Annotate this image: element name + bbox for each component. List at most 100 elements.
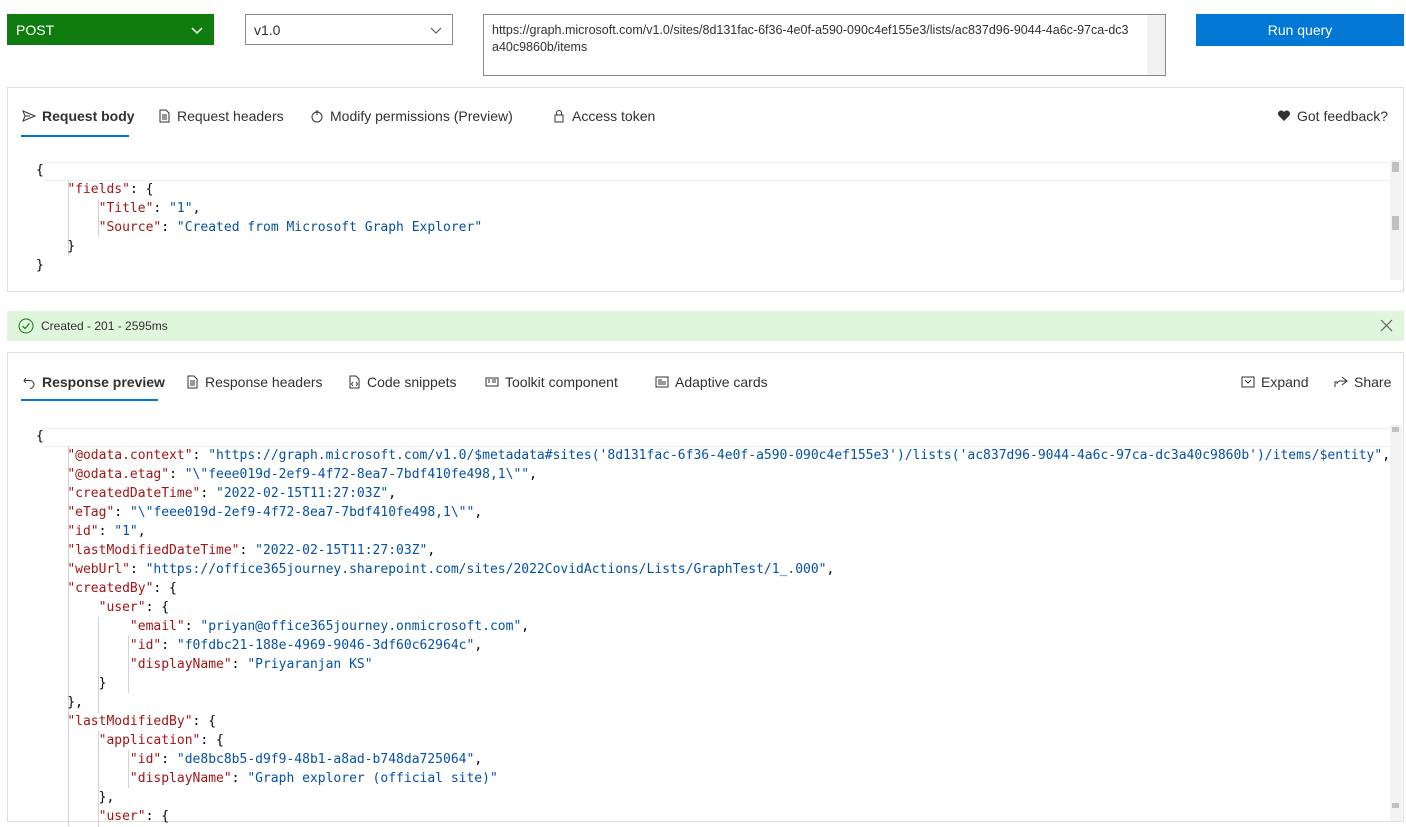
- toolkit-icon: [485, 377, 499, 387]
- tab-label: Access token: [572, 108, 656, 124]
- scrollbar-thumb[interactable]: [1392, 427, 1399, 432]
- code-line: {: [36, 427, 44, 446]
- json-punctuation: {: [36, 429, 44, 444]
- api-version-value: v1.0: [254, 21, 281, 38]
- json-punctuation: : {: [192, 714, 217, 729]
- json-key: "Title": [98, 201, 154, 216]
- query-url-input[interactable]: https://graph.microsoft.com/v1.0/sites/8…: [483, 14, 1166, 76]
- code-line: "id": "f0fdbc21-188e-4969-9046-3df60c629…: [36, 636, 482, 655]
- tab-toolkit-component[interactable]: Toolkit component: [485, 372, 618, 392]
- url-scrollbar[interactable]: [1147, 15, 1165, 75]
- tab-label: Request body: [42, 108, 135, 124]
- json-key: "fields": [67, 182, 130, 197]
- json-punctuation: [36, 581, 67, 596]
- scrollbar-thumb[interactable]: [1392, 162, 1399, 172]
- tab-request-body[interactable]: Request body: [22, 106, 135, 126]
- code-line: "displayName": "Priyaranjan KS": [36, 655, 373, 674]
- json-punctuation: [36, 448, 67, 463]
- json-punctuation: : {: [145, 809, 170, 824]
- json-punctuation: :: [129, 562, 146, 577]
- code-line: "lastModifiedDateTime": "2022-02-15T11:2…: [36, 541, 435, 560]
- json-string: "1": [169, 201, 193, 216]
- code-line: "createdBy": {: [36, 579, 177, 598]
- code-line: "@odata.etag": "\"feee019d-2ef9-4f72-8ea…: [36, 465, 537, 484]
- http-method-dropdown[interactable]: POST: [7, 14, 214, 45]
- json-key: "id": [67, 524, 99, 539]
- json-key: "displayName": [129, 657, 232, 672]
- json-punctuation: ,: [192, 201, 201, 216]
- json-key: "createdBy": [67, 581, 154, 596]
- tab-response-preview[interactable]: Response preview: [22, 372, 165, 392]
- code-line: "lastModifiedBy": {: [36, 712, 216, 731]
- json-key: "displayName": [129, 771, 232, 786]
- document-icon: [159, 109, 170, 123]
- code-line: {: [36, 161, 44, 180]
- json-punctuation: }: [36, 258, 44, 273]
- json-punctuation: ,: [427, 543, 436, 558]
- tab-response-headers[interactable]: Response headers: [185, 372, 323, 392]
- query-url-text[interactable]: https://graph.microsoft.com/v1.0/sites/8…: [492, 22, 1132, 56]
- code-line: "id": "1",: [36, 522, 145, 541]
- share-button[interactable]: Share: [1334, 372, 1391, 392]
- request-body-editor[interactable]: { "fields": { "Title": "1", "Source": "C…: [8, 160, 1403, 280]
- feedback-label: Got feedback?: [1297, 108, 1389, 124]
- code-line: "user": {: [36, 598, 169, 617]
- chevron-down-icon: [430, 27, 442, 34]
- tab-access-token[interactable]: Access token: [552, 106, 655, 126]
- document-icon: [187, 375, 198, 389]
- code-line: "displayName": "Graph explorer (official…: [36, 769, 498, 788]
- json-punctuation: :: [161, 220, 177, 235]
- current-line-highlight: [44, 428, 1390, 447]
- request-editor-scrollbar[interactable]: [1390, 160, 1402, 280]
- json-key: "id": [129, 638, 162, 653]
- json-key: "@odata.context": [67, 448, 193, 463]
- json-key: "lastModifiedBy": [67, 714, 193, 729]
- json-string: "2022-02-15T11:27:03Z": [255, 543, 428, 558]
- json-string: "1": [114, 524, 138, 539]
- json-key: "webUrl": [67, 562, 130, 577]
- json-punctuation: :: [161, 752, 177, 767]
- share-label: Share: [1354, 374, 1392, 390]
- tab-label: Adaptive cards: [675, 374, 768, 390]
- json-key: "eTag": [67, 505, 115, 520]
- json-punctuation: ,: [474, 505, 483, 520]
- code-line: "eTag": "\"feee019d-2ef9-4f72-8ea7-7bdf4…: [36, 503, 482, 522]
- expand-button[interactable]: Expand: [1241, 372, 1308, 392]
- heart-icon: [1277, 110, 1291, 121]
- json-key: "id": [129, 752, 162, 767]
- code-line: "application": {: [36, 731, 224, 750]
- share-icon: [1334, 376, 1348, 387]
- feedback-button[interactable]: Got feedback?: [1277, 106, 1388, 126]
- json-punctuation: :: [114, 505, 130, 520]
- http-method-value: POST: [16, 21, 55, 38]
- response-panel: Response preview Response headers Code s…: [7, 352, 1404, 827]
- response-preview-editor[interactable]: { "@odata.context": "https://graph.micro…: [8, 425, 1403, 827]
- code-line: "webUrl": "https://office365journey.shar…: [36, 560, 834, 579]
- close-icon[interactable]: [1380, 319, 1393, 332]
- json-punctuation: [36, 733, 99, 748]
- tab-code-snippets[interactable]: Code snippets: [347, 372, 457, 392]
- lock-icon: [554, 110, 564, 123]
- checkmark-circle-icon: [18, 318, 34, 334]
- json-punctuation: [36, 600, 99, 615]
- api-version-dropdown[interactable]: v1.0: [245, 14, 453, 45]
- response-editor-scrollbar[interactable]: [1390, 425, 1402, 821]
- json-punctuation: [36, 562, 67, 577]
- json-punctuation: [36, 505, 67, 520]
- tab-label: Request headers: [177, 108, 284, 124]
- tab-request-headers[interactable]: Request headers: [157, 106, 284, 126]
- tab-modify-permissions[interactable]: Modify permissions (Preview): [310, 106, 513, 126]
- json-punctuation: :: [161, 638, 177, 653]
- json-string: "priyan@office365journey.onmicrosoft.com…: [200, 619, 522, 634]
- status-text: Created - 201 - 2595ms: [41, 319, 168, 333]
- undo-icon: [23, 377, 35, 389]
- json-punctuation: [36, 752, 130, 767]
- code-line: "fields": {: [36, 180, 153, 199]
- tab-adaptive-cards[interactable]: Adaptive cards: [655, 372, 768, 392]
- json-punctuation: ,: [388, 486, 397, 501]
- expand-icon: [1241, 376, 1255, 388]
- json-punctuation: {: [36, 163, 44, 178]
- json-key: "createdDateTime": [67, 486, 201, 501]
- active-tab-indicator: [21, 399, 158, 401]
- run-query-button[interactable]: Run query: [1196, 14, 1404, 46]
